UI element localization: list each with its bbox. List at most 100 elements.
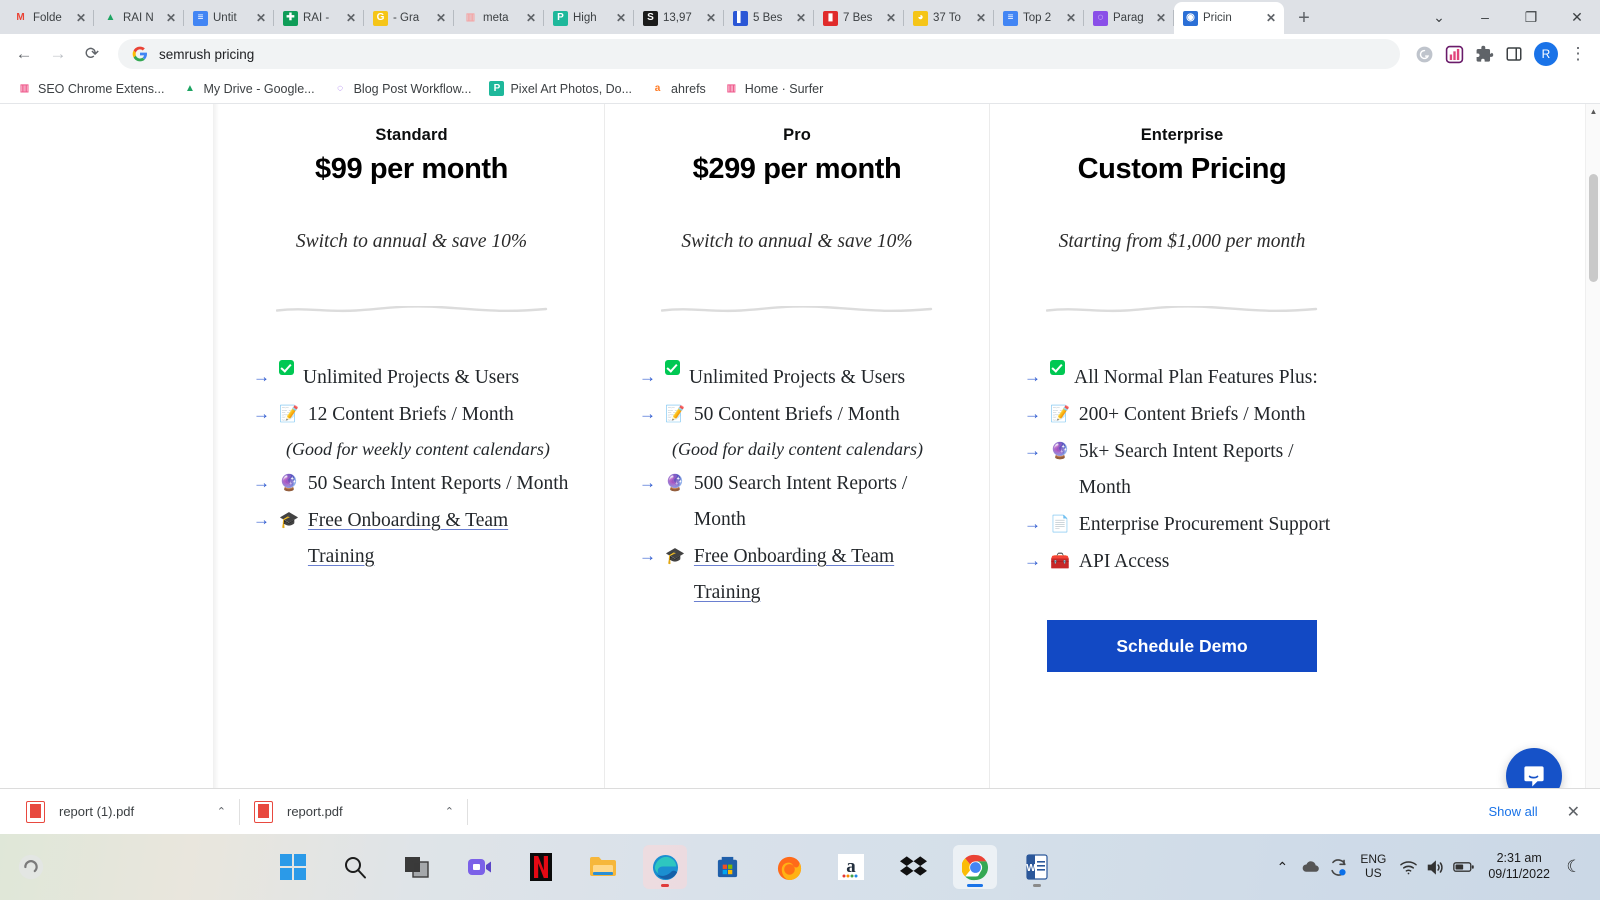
bookmark-item-1[interactable]: ▲My Drive - Google...	[175, 78, 321, 99]
clock[interactable]: 2:31 am 09/11/2022	[1478, 851, 1560, 882]
running-app-indicator	[661, 884, 669, 887]
close-tab-button[interactable]: ✕	[164, 11, 178, 25]
browser-tab-9[interactable]: ▮7 Bes✕	[814, 2, 904, 34]
browser-tab-8[interactable]: ▌5 Bes✕	[724, 2, 814, 34]
browser-tab-1[interactable]: ▲RAI N✕	[94, 2, 184, 34]
start-button[interactable]	[271, 845, 315, 889]
task-view-icon[interactable]	[395, 845, 439, 889]
meet-icon[interactable]	[457, 845, 501, 889]
sync-status-icon[interactable]	[1324, 847, 1352, 887]
browser-tab-12[interactable]: ◌Parag✕	[1084, 2, 1174, 34]
download-menu-caret-icon[interactable]: ⌃	[445, 805, 454, 818]
browser-tab-7[interactable]: S13,97✕	[634, 2, 724, 34]
close-tab-button[interactable]: ✕	[794, 11, 808, 25]
arrow-right-icon: →	[253, 397, 270, 430]
close-tab-button[interactable]: ✕	[1264, 11, 1278, 25]
ahrefs-icon: a	[650, 81, 665, 96]
volume-icon[interactable]	[1422, 847, 1450, 887]
bookmark-item-3[interactable]: PPixel Art Photos, Do...	[482, 78, 639, 99]
address-bar[interactable]: semrush pricing	[118, 39, 1400, 69]
maximize-button[interactable]: ❐	[1508, 0, 1554, 34]
close-tab-button[interactable]: ✕	[704, 11, 718, 25]
bookmark-item-4[interactable]: aahrefs	[643, 78, 713, 99]
search-icon[interactable]	[333, 845, 377, 889]
feature-text: All Normal Plan Features Plus:	[1074, 360, 1340, 396]
close-tab-button[interactable]: ✕	[1154, 11, 1168, 25]
scrollbar-thumb[interactable]	[1589, 174, 1598, 282]
word-icon[interactable]: W	[1015, 845, 1059, 889]
page-scrollbar[interactable]: ▲ ▼	[1585, 104, 1600, 834]
close-tab-button[interactable]: ✕	[1064, 11, 1078, 25]
download-item-0[interactable]: report (1).pdf⌃	[12, 790, 240, 834]
profile-avatar[interactable]: R	[1534, 42, 1558, 66]
feature-emoji-icon: 📝	[279, 397, 299, 432]
language-indicator[interactable]: ENG US	[1352, 853, 1394, 881]
close-tab-button[interactable]: ✕	[74, 11, 88, 25]
browser-tab-10[interactable]: ◕37 To✕	[904, 2, 994, 34]
close-window-button[interactable]: ✕	[1554, 0, 1600, 34]
feature-subnote: (Good for weekly content calendars)	[286, 432, 570, 466]
feature-text: 12 Content Briefs / Month	[308, 397, 570, 433]
new-tab-button[interactable]: +	[1290, 4, 1318, 32]
show-all-downloads-button[interactable]: Show all	[1475, 797, 1550, 826]
close-tab-button[interactable]: ✕	[974, 11, 988, 25]
microsoft-store-icon[interactable]	[705, 845, 749, 889]
tray-overflow-chevron-icon[interactable]: ⌃	[1268, 847, 1296, 887]
close-tab-button[interactable]: ✕	[254, 11, 268, 25]
do-not-disturb-moon-icon[interactable]: ☾	[1560, 847, 1588, 887]
file-explorer-icon[interactable]	[581, 845, 625, 889]
red-robot-icon: ▮	[823, 11, 838, 26]
feature-emoji-icon: 📝	[665, 397, 685, 432]
grammarly-extension-icon[interactable]	[1410, 40, 1438, 68]
download-item-1[interactable]: report.pdf⌃	[240, 790, 468, 834]
battery-icon[interactable]	[1450, 847, 1478, 887]
chrome-menu-icon[interactable]: ⋮	[1564, 40, 1592, 68]
browser-tab-11[interactable]: ≡Top 2✕	[994, 2, 1084, 34]
close-download-shelf-button[interactable]: ✕	[1559, 802, 1588, 822]
chrome-icon[interactable]	[953, 845, 997, 889]
close-tab-button[interactable]: ✕	[884, 11, 898, 25]
feature-link[interactable]: Free Onboarding & Team Training	[694, 546, 894, 603]
browser-tab-6[interactable]: PHigh✕	[544, 2, 634, 34]
close-tab-button[interactable]: ✕	[434, 11, 448, 25]
close-tab-button[interactable]: ✕	[344, 11, 358, 25]
minimize-button[interactable]: –	[1462, 0, 1508, 34]
browser-tab-2[interactable]: ≡Untit✕	[184, 2, 274, 34]
browser-tab-3[interactable]: ✚RAI -✕	[274, 2, 364, 34]
feature-link[interactable]: Free Onboarding & Team Training	[308, 510, 508, 567]
back-button[interactable]: ←	[8, 38, 40, 70]
close-tab-button[interactable]: ✕	[614, 11, 628, 25]
bookmark-item-2[interactable]: ◌Blog Post Workflow...	[326, 78, 479, 99]
address-bar-text[interactable]: semrush pricing	[159, 47, 254, 62]
schedule-demo-button[interactable]: Schedule Demo	[1047, 620, 1317, 672]
browser-tab-13[interactable]: ◉Pricin✕	[1174, 2, 1284, 34]
forward-button[interactable]: →	[42, 38, 74, 70]
browser-tab-label: High	[573, 12, 609, 24]
seo-extension-icon[interactable]	[1440, 40, 1468, 68]
bookmark-item-0[interactable]: ▥SEO Chrome Extens...	[10, 78, 171, 99]
browser-tab-4[interactable]: G- Gra✕	[364, 2, 454, 34]
onedrive-icon[interactable]	[1296, 847, 1324, 887]
tab-search-chevron-icon[interactable]: ⌄	[1416, 0, 1462, 34]
feature-text: 500 Search Intent Reports / Month	[694, 466, 955, 538]
feature-text: Free Onboarding & Team Training	[694, 539, 955, 611]
surfer-seo-icon: ◉	[1183, 11, 1198, 26]
bookmark-item-5[interactable]: ▥Home · Surfer	[717, 78, 831, 99]
close-tab-button[interactable]: ✕	[524, 11, 538, 25]
browser-tab-5[interactable]: ▥meta✕	[454, 2, 544, 34]
reload-button[interactable]: ⟳	[76, 38, 108, 70]
edge-icon[interactable]	[643, 845, 687, 889]
taskbar-left-widget[interactable]	[0, 852, 62, 882]
download-menu-caret-icon[interactable]: ⌃	[217, 805, 226, 818]
wifi-icon[interactable]	[1394, 847, 1422, 887]
firefox-icon[interactable]	[767, 845, 811, 889]
amazon-icon[interactable]: a	[829, 845, 873, 889]
netflix-icon[interactable]	[519, 845, 563, 889]
dropbox-icon[interactable]	[891, 845, 935, 889]
browser-tab-0[interactable]: MFolde✕	[4, 2, 94, 34]
extensions-puzzle-icon[interactable]	[1470, 40, 1498, 68]
feature-item: →🔮500 Search Intent Reports / Month	[639, 466, 955, 538]
scroll-up-arrow-icon[interactable]: ▲	[1586, 104, 1600, 119]
side-panel-icon[interactable]	[1500, 40, 1528, 68]
feature-list: →Unlimited Projects & Users→📝12 Content …	[253, 360, 570, 576]
